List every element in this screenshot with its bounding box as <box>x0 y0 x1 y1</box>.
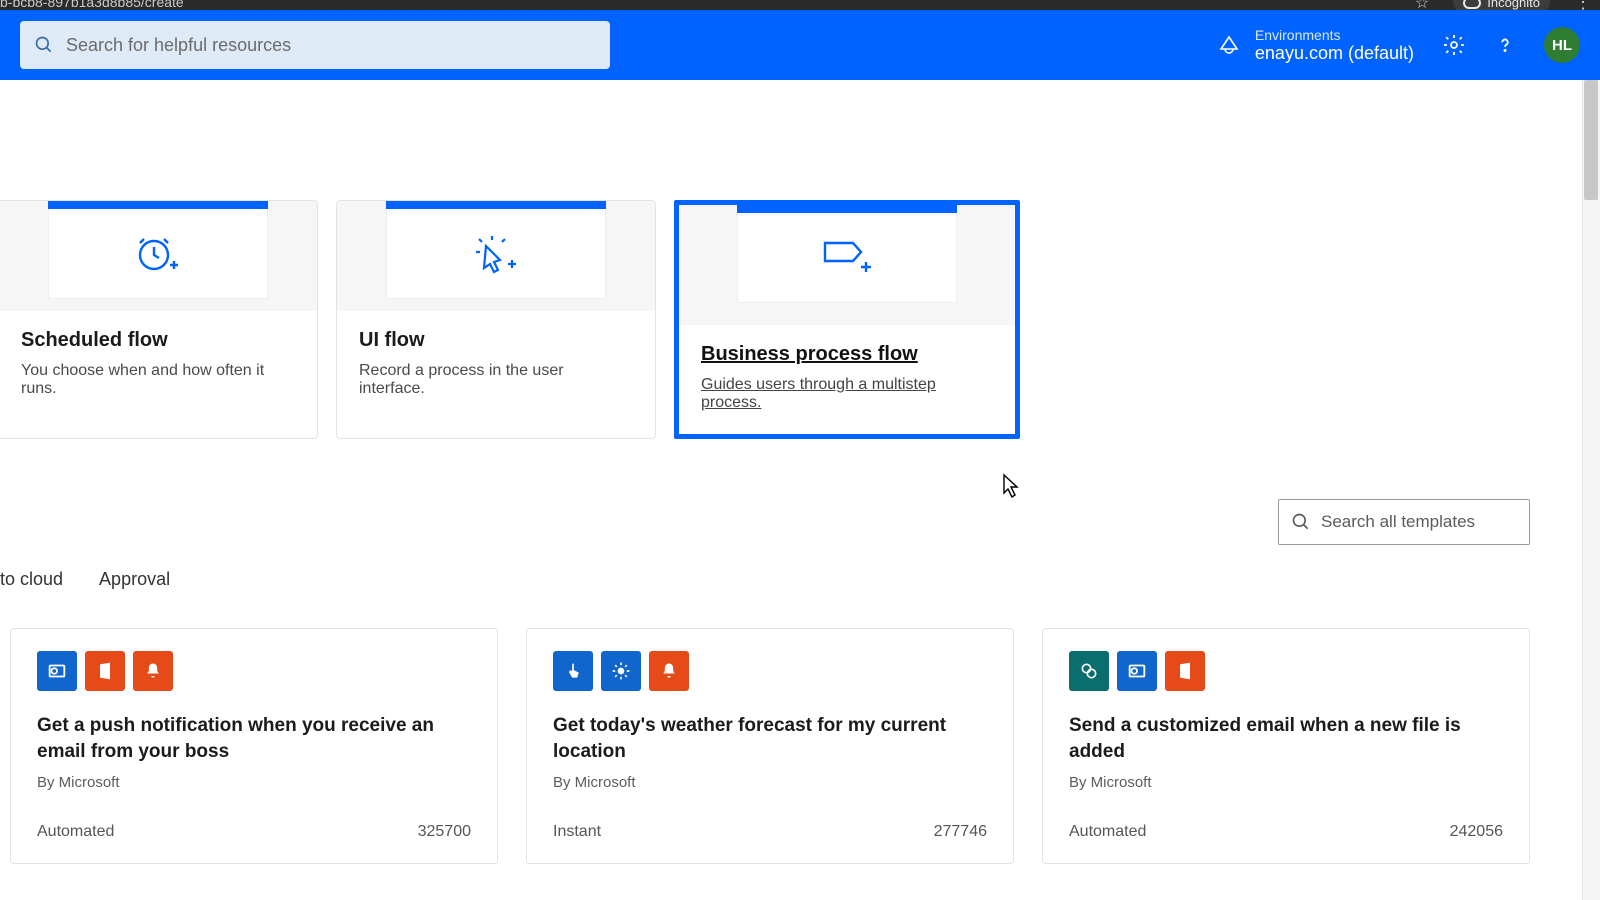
vertical-scrollbar[interactable] <box>1582 80 1600 900</box>
office-icon <box>85 651 125 691</box>
sun-icon <box>601 651 641 691</box>
template-author: By Microsoft <box>37 774 471 791</box>
template-card[interactable]: Send a customized email when a new file … <box>1042 628 1530 864</box>
template-type: Automated <box>37 823 114 841</box>
incognito-icon <box>1463 0 1481 9</box>
template-title: Get today's weather forecast for my curr… <box>553 713 987 764</box>
environment-value: enayu.com (default) <box>1255 43 1414 64</box>
flow-card-desc: Record a process in the user interface. <box>359 362 633 398</box>
flow-card-business-process[interactable]: Business process flow Guides users throu… <box>674 200 1020 439</box>
template-search[interactable]: Search all templates <box>1278 499 1530 545</box>
search-icon <box>34 35 54 55</box>
environment-icon <box>1217 33 1241 57</box>
template-cards-row: Get a push notification when you receive… <box>0 614 1600 864</box>
page-body: as needed. Scheduled flow You choose whe… <box>0 80 1600 900</box>
environment-label: Environments <box>1255 27 1414 43</box>
flow-type-cards: as needed. Scheduled flow You choose whe… <box>0 80 1600 439</box>
template-card[interactable]: Get today's weather forecast for my curr… <box>526 628 1014 864</box>
tab-approval[interactable]: Approval <box>99 569 170 590</box>
global-search[interactable] <box>20 21 610 69</box>
flow-card-scheduled[interactable]: Scheduled flow You choose when and how o… <box>0 200 318 439</box>
template-count: 277746 <box>934 823 987 841</box>
template-author: By Microsoft <box>553 774 987 791</box>
tab-to-cloud[interactable]: to cloud <box>0 569 63 590</box>
template-count: 325700 <box>418 823 471 841</box>
scroll-thumb[interactable] <box>1584 80 1598 200</box>
flow-card-title: UI flow <box>359 329 633 352</box>
office-icon <box>1165 651 1205 691</box>
url-bar-fragment: b-bcb8-897b1a3d8b85/create <box>0 0 184 10</box>
app-header: Environments enayu.com (default) HL <box>0 10 1600 80</box>
outlook-icon <box>37 651 77 691</box>
touch-icon <box>553 651 593 691</box>
flow-card-title: Business process flow <box>701 343 993 366</box>
cursor-click-plus-icon <box>470 230 522 278</box>
flow-card-title: Scheduled flow <box>21 329 295 352</box>
avatar[interactable]: HL <box>1544 27 1580 63</box>
browser-chrome: b-bcb8-897b1a3d8b85/create ☆ Incognito ⋮ <box>0 0 1600 10</box>
template-search-placeholder: Search all templates <box>1321 512 1475 532</box>
template-type: Automated <box>1069 823 1146 841</box>
gear-icon[interactable] <box>1442 33 1466 57</box>
clock-plus-icon <box>130 229 186 279</box>
stage-plus-icon <box>815 233 879 283</box>
incognito-label: Incognito <box>1487 0 1540 10</box>
environment-picker[interactable]: Environments enayu.com (default) <box>1217 27 1414 64</box>
flow-card-ui[interactable]: UI flow Record a process in the user int… <box>336 200 656 439</box>
flow-card-desc: Guides users through a multistep process… <box>701 376 993 412</box>
search-icon <box>1291 512 1311 532</box>
template-title: Send a customized email when a new file … <box>1069 713 1503 764</box>
template-type: Instant <box>553 823 601 841</box>
outlook-icon <box>1117 651 1157 691</box>
bell-icon <box>649 651 689 691</box>
bell-icon <box>133 651 173 691</box>
template-count: 242056 <box>1450 823 1503 841</box>
help-icon[interactable] <box>1494 34 1516 56</box>
template-title: Get a push notification when you receive… <box>37 713 471 764</box>
global-search-input[interactable] <box>66 35 596 56</box>
sharepoint-icon <box>1069 651 1109 691</box>
template-author: By Microsoft <box>1069 774 1503 791</box>
template-card[interactable]: Get a push notification when you receive… <box>10 628 498 864</box>
flow-card-desc: You choose when and how often it runs. <box>21 362 295 398</box>
template-category-tabs: to cloud Approval <box>0 545 1600 614</box>
